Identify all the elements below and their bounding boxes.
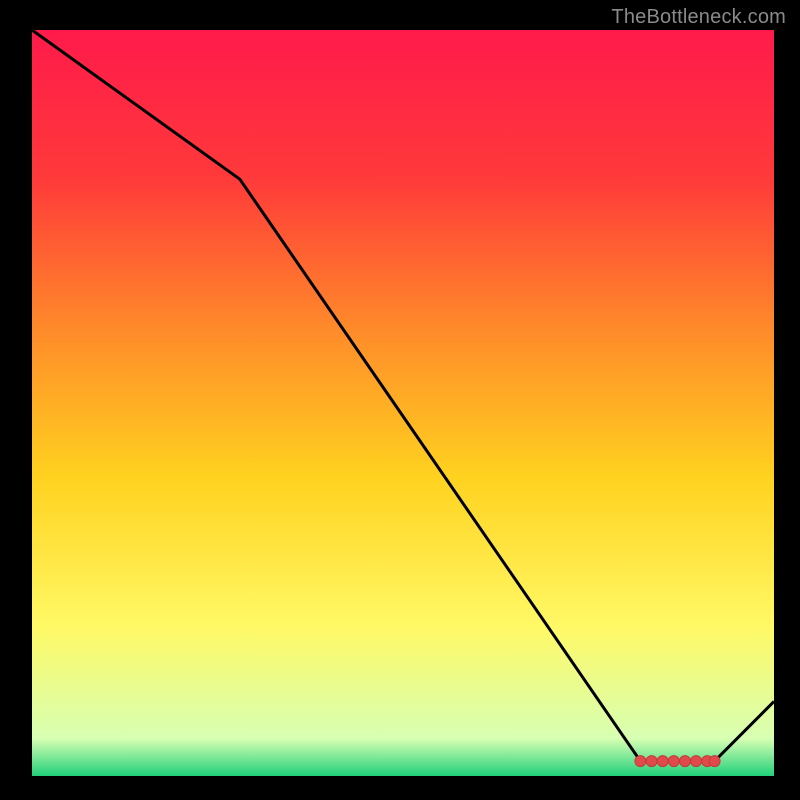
watermark-text: TheBottleneck.com [611, 6, 786, 29]
chart-background [32, 30, 774, 776]
chart-marker [635, 756, 646, 767]
chart-marker [680, 756, 691, 767]
bottleneck-chart [0, 0, 800, 800]
chart-marker [668, 756, 679, 767]
chart-container: TheBottleneck.com [0, 0, 800, 800]
chart-marker [646, 756, 657, 767]
chart-marker [657, 756, 668, 767]
chart-marker [709, 756, 720, 767]
chart-marker [691, 756, 702, 767]
